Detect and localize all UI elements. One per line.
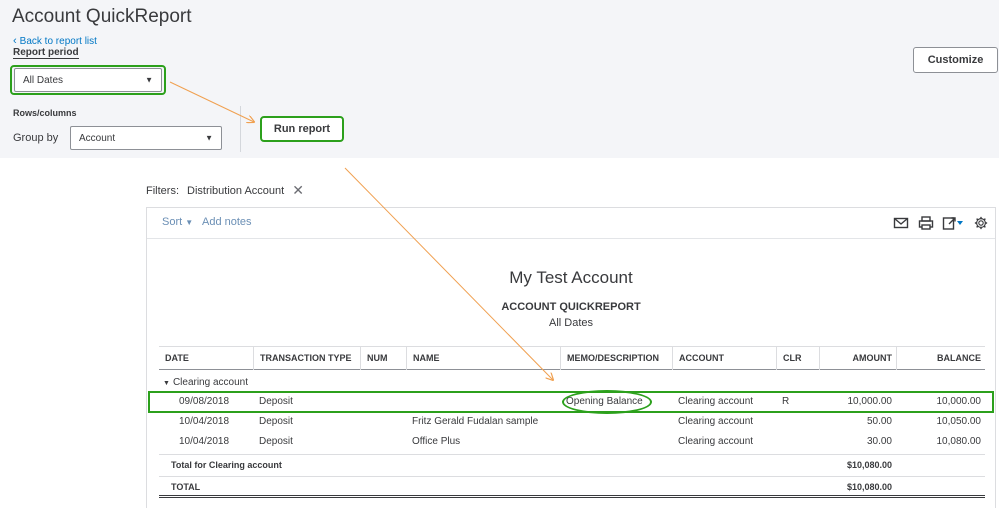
group-by-value: Account [79,132,116,144]
grand-total-label: TOTAL [171,482,201,492]
column-header-num[interactable]: NUM [360,347,406,370]
group-total-row: Total for Clearing account $10,080.00 [159,454,985,474]
collapse-triangle-icon[interactable]: ▼ [163,380,170,387]
cell-amount: 30.00 [866,436,892,447]
run-report-button[interactable]: Run report [260,116,344,142]
report-period-text: All Dates [548,317,594,329]
export-icon[interactable] [942,216,964,230]
grand-total-amount: $10,080.00 [846,482,892,492]
cell-type: Deposit [259,416,293,427]
cell-account: Clearing account [678,416,754,427]
group-by-select[interactable]: Account ▼ [70,126,222,150]
filter-chip: Distribution Account [187,184,285,197]
page-title: Account QuickReport [12,6,192,27]
cell-date: 10/04/2018 [179,416,230,427]
add-notes-link[interactable]: Add notes [202,216,252,228]
cell-balance: 10,050.00 [936,416,982,427]
cell-date: 10/04/2018 [179,436,230,447]
rows-columns-label: Rows/columns [13,108,77,118]
customize-button[interactable]: Customize [913,47,998,73]
cell-account: Clearing account [678,436,754,447]
column-header-clr[interactable]: CLR [776,347,819,370]
back-link-label: Back to report list [19,36,97,47]
sort-button[interactable]: Sort ▼ [162,216,193,228]
report-card: Sort ▼ Add notes My Test Account ACCOUNT… [146,207,996,508]
cell-name: Fritz Gerald Fudalan sample [412,416,539,427]
group-total-amount: $10,080.00 [846,460,892,470]
table-row[interactable]: 10/04/2018 Deposit Fritz Gerald Fudalan … [159,412,985,432]
column-header-amount[interactable]: AMOUNT [819,347,896,370]
settings-icon[interactable] [973,216,989,230]
remove-filter-icon[interactable]: ✕ [292,182,304,199]
column-header-memo[interactable]: MEMO/DESCRIPTION [560,347,672,370]
report-title: ACCOUNT QUICKREPORT [501,301,641,313]
divider [240,106,241,152]
report-period-label: Report period [13,47,79,59]
cell-balance: 10,080.00 [936,436,982,447]
report-settings-panel: Account QuickReport ‹ Back to report list… [0,0,999,158]
group-header-row[interactable]: ▼ Clearing account [163,377,248,388]
group-label: Clearing account [172,377,248,388]
highlighted-memo-ellipse [562,390,652,414]
column-header-account[interactable]: ACCOUNT [672,347,776,370]
print-icon[interactable] [918,216,934,230]
table-header-row: DATE TRANSACTION TYPE NUM NAME MEMO/DESC… [159,346,985,370]
column-header-balance[interactable]: BALANCE [896,347,985,370]
report-toolbar: Sort ▼ Add notes [147,208,995,239]
column-header-transaction-type[interactable]: TRANSACTION TYPE [253,347,360,370]
table-row[interactable]: 10/04/2018 Deposit Office Plus Clearing … [159,432,985,452]
filters-label: Filters: [146,184,179,197]
period-highlight-box [10,65,166,95]
cell-amount: 50.00 [866,416,892,427]
chevron-left-icon: ‹ [13,35,17,47]
caret-down-icon: ▼ [185,218,194,227]
group-total-label: Total for Clearing account [171,460,282,470]
column-header-date[interactable]: DATE [159,347,253,370]
mail-icon[interactable] [893,216,909,230]
group-by-label: Group by [13,132,59,144]
back-to-report-list-link[interactable]: ‹ Back to report list [13,35,97,47]
column-header-name[interactable]: NAME [406,347,560,370]
caret-down-icon: ▼ [205,133,213,143]
cell-type: Deposit [259,436,293,447]
grand-total-row: TOTAL $10,080.00 [159,476,985,498]
sort-label: Sort [162,216,183,228]
report-company-name: My Test Account [509,268,633,287]
filters-bar: Filters: Distribution Account ✕ [146,182,304,199]
cell-name: Office Plus [412,436,461,447]
